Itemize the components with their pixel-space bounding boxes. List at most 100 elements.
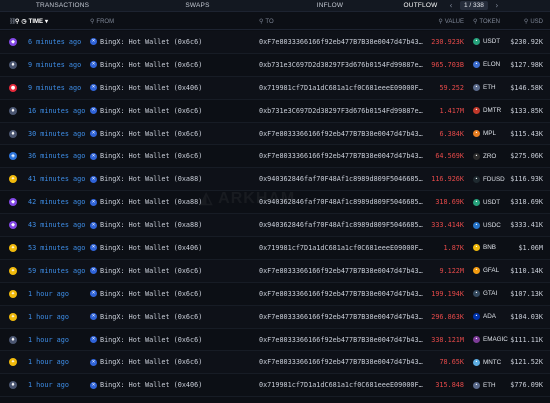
time-link[interactable]: 41 minutes ago	[28, 175, 85, 183]
time-link[interactable]: 59 minutes ago	[28, 267, 85, 275]
time-link[interactable]: 6 minutes ago	[28, 38, 81, 46]
table-row[interactable]: ✦ 1 hour ago ✕ BingX: Hot Wallet (0x6c6)…	[0, 283, 550, 306]
from-cell[interactable]: ✕ BingX: Hot Wallet (0x406)	[90, 237, 250, 259]
time-cell[interactable]: 41 minutes ago	[28, 168, 85, 190]
time-cell[interactable]: 1 hour ago	[28, 329, 83, 351]
from-address[interactable]: BingX: Hot Wallet (0x6c6)	[100, 313, 202, 321]
to-address[interactable]: 0xF7e8033366166f92eb477B7B38e0047d47b433…	[259, 358, 424, 366]
to-cell[interactable]: 0xb731e3C697D2d38297F3d676b0154Fd99887e6…	[259, 54, 429, 76]
time-cell[interactable]: 9 minutes ago	[28, 77, 83, 99]
to-cell[interactable]: 0x719981cf7D1a1dC681a1cf0C681eeeE09000FE…	[259, 77, 429, 99]
chevron-left-icon[interactable]: ‹	[447, 1, 455, 10]
from-cell[interactable]: ✕ BingX: Hot Wallet (0xa88)	[90, 191, 250, 213]
from-address[interactable]: BingX: Hot Wallet (0x406)	[100, 84, 202, 92]
token-symbol[interactable]: ELON	[483, 61, 500, 68]
from-address[interactable]: BingX: Hot Wallet (0x406)	[100, 244, 202, 252]
token-symbol[interactable]: ADA	[483, 313, 496, 320]
to-cell[interactable]: 0xF7e8033366166f92eb477B7B38e0047d47b433…	[259, 306, 429, 328]
from-address[interactable]: BingX: Hot Wallet (0x6c6)	[100, 61, 202, 69]
time-cell[interactable]: 59 minutes ago	[28, 260, 85, 282]
from-address[interactable]: BingX: Hot Wallet (0x6c6)	[100, 358, 202, 366]
table-row[interactable]: ◆ 42 minutes ago ✕ BingX: Hot Wallet (0x…	[0, 191, 550, 215]
to-cell[interactable]: 0xF7e8033366166f92eb477B7B38e0047d47b433…	[259, 283, 429, 305]
to-cell[interactable]: 0x940362846faf70F48Af1c8989d809F5046685f…	[259, 214, 429, 236]
time-column-header[interactable]: ⚲ ◷ TIME ▾	[15, 18, 70, 26]
to-address[interactable]: 0x940362846faf70F48Af1c8989d809F5046685f…	[259, 175, 424, 183]
token-symbol[interactable]: ZRO	[483, 153, 496, 160]
from-cell[interactable]: ✕ BingX: Hot Wallet (0x6c6)	[90, 54, 250, 76]
to-address[interactable]: 0xF7e8033366166f92eb477B7B38e0047d47b433…	[259, 313, 424, 321]
to-cell[interactable]: 0xF7e8033366166f92eb477B7B38e0047d47b433…	[259, 145, 429, 167]
tab-outflow[interactable]: OUTFLOW	[398, 2, 443, 9]
time-cell[interactable]: 1 hour ago	[28, 306, 83, 328]
time-cell[interactable]: 1 hour ago	[28, 351, 83, 373]
tab-transactions[interactable]: TRANSACTIONS	[0, 2, 125, 9]
to-address[interactable]: 0x719981cf7D1a1dC681a1cf0C681eeeE09000FE…	[259, 84, 424, 92]
to-address[interactable]: 0xb731e3C697D2d38297F3d676b0154Fd99887e6…	[259, 107, 424, 115]
from-address[interactable]: BingX: Hot Wallet (0xa88)	[100, 221, 202, 229]
time-link[interactable]: 1 hour ago	[28, 381, 69, 389]
table-row[interactable]: ✦ 41 minutes ago ✕ BingX: Hot Wallet (0x…	[0, 168, 550, 192]
time-cell[interactable]: 42 minutes ago	[28, 191, 85, 213]
token-symbol[interactable]: MPL	[483, 130, 496, 137]
to-address[interactable]: 0x719981cf7D1a1dC681a1cf0C681eeeE09000FE…	[259, 381, 424, 389]
time-link[interactable]: 9 minutes ago	[28, 61, 81, 69]
to-column-header[interactable]: ⚲ TO	[259, 18, 429, 26]
time-link[interactable]: 1 hour ago	[28, 313, 69, 321]
time-cell[interactable]: 1 hour ago	[28, 374, 83, 396]
table-row[interactable]: ♦ 16 minutes ago ✕ BingX: Hot Wallet (0x…	[0, 100, 550, 123]
token-symbol[interactable]: DMTR	[483, 107, 501, 114]
from-address[interactable]: BingX: Hot Wallet (0xa88)	[100, 175, 202, 183]
from-address[interactable]: BingX: Hot Wallet (0x406)	[100, 381, 202, 389]
token-symbol[interactable]: USDT	[483, 38, 500, 45]
token-symbol[interactable]: ETH	[483, 382, 496, 389]
table-row[interactable]: ✦ 53 minutes ago ✕ BingX: Hot Wallet (0x…	[0, 237, 550, 260]
token-symbol[interactable]: GTAI	[483, 290, 497, 297]
time-cell[interactable]: 43 minutes ago	[28, 214, 85, 236]
to-address[interactable]: 0x940362846faf70F48Af1c8989d809F5046685f…	[259, 198, 424, 206]
tab-inflow[interactable]: INFLOW	[270, 2, 390, 9]
from-cell[interactable]: ✕ BingX: Hot Wallet (0x6c6)	[90, 351, 250, 373]
from-address[interactable]: BingX: Hot Wallet (0x6c6)	[100, 130, 202, 138]
token-symbol[interactable]: USDT	[483, 199, 500, 206]
time-cell[interactable]: 30 minutes ago	[28, 123, 85, 145]
from-cell[interactable]: ✕ BingX: Hot Wallet (0x6c6)	[90, 145, 250, 167]
from-cell[interactable]: ✕ BingX: Hot Wallet (0x6c6)	[90, 283, 250, 305]
from-cell[interactable]: ✕ BingX: Hot Wallet (0x6c6)	[90, 306, 250, 328]
table-row[interactable]: ◈ 36 minutes ago ✕ BingX: Hot Wallet (0x…	[0, 145, 550, 169]
value-column-header[interactable]: ⚲ VALUE	[430, 18, 464, 26]
from-cell[interactable]: ✕ BingX: Hot Wallet (0x6c6)	[90, 260, 250, 282]
to-address[interactable]: 0xF7e8033366166f92eb477B7B38e0047d47b433…	[259, 38, 424, 46]
from-cell[interactable]: ✕ BingX: Hot Wallet (0x6c6)	[90, 100, 250, 122]
table-row[interactable]: ◆ 43 minutes ago ✕ BingX: Hot Wallet (0x…	[0, 214, 550, 238]
time-link[interactable]: 53 minutes ago	[28, 244, 85, 252]
token-symbol[interactable]: USDC	[483, 222, 501, 229]
table-row[interactable]: ● 9 minutes ago ✕ BingX: Hot Wallet (0x4…	[0, 76, 550, 100]
to-cell[interactable]: 0x940362846faf70F48Af1c8989d809F5046685f…	[259, 168, 429, 190]
token-symbol[interactable]: MNTC	[483, 359, 501, 366]
from-cell[interactable]: ✕ BingX: Hot Wallet (0xa88)	[90, 168, 250, 190]
from-address[interactable]: BingX: Hot Wallet (0x6c6)	[100, 267, 202, 275]
to-cell[interactable]: 0xF7e8033366166f92eb477B7B38e0047d47b433…	[259, 123, 429, 145]
to-cell[interactable]: 0xF7e8033366166f92eb477B7B38e0047d47b433…	[259, 31, 429, 53]
table-row[interactable]: ♦ 30 minutes ago ✕ BingX: Hot Wallet (0x…	[0, 122, 550, 146]
table-row[interactable]: ◆ 6 minutes ago ✕ BingX: Hot Wallet (0x6…	[0, 31, 550, 54]
tab-swaps[interactable]: SWAPS	[125, 2, 270, 9]
time-link[interactable]: 1 hour ago	[28, 358, 69, 366]
to-address[interactable]: 0xF7e8033366166f92eb477B7B38e0047d47b433…	[259, 267, 424, 275]
to-cell[interactable]: 0xb731e3C697D2d38297F3d676b0154Fd99887e6…	[259, 100, 429, 122]
from-cell[interactable]: ✕ BingX: Hot Wallet (0x406)	[90, 374, 250, 396]
to-cell[interactable]: 0x940362846faf70F48Af1c8989d809F5046685f…	[259, 191, 429, 213]
table-row[interactable]: ✦ 1 hour ago ✕ BingX: Hot Wallet (0x6c6)…	[0, 351, 550, 375]
token-symbol[interactable]: ETH	[483, 84, 496, 91]
from-column-header[interactable]: ⚲ FROM	[90, 18, 250, 26]
from-cell[interactable]: ✕ BingX: Hot Wallet (0x6c6)	[90, 31, 250, 53]
time-cell[interactable]: 16 minutes ago	[28, 100, 85, 122]
from-cell[interactable]: ✕ BingX: Hot Wallet (0xa88)	[90, 214, 250, 236]
time-link[interactable]: 1 hour ago	[28, 290, 69, 298]
time-link[interactable]: 30 minutes ago	[28, 130, 85, 138]
token-symbol[interactable]: BNB	[483, 244, 496, 251]
to-address[interactable]: 0xF7e8033366166f92eb477B7B38e0047d47b433…	[259, 130, 424, 138]
to-cell[interactable]: 0xF7e8033366166f92eb477B7B38e0047d47b433…	[259, 329, 429, 351]
from-address[interactable]: BingX: Hot Wallet (0x6c6)	[100, 38, 202, 46]
